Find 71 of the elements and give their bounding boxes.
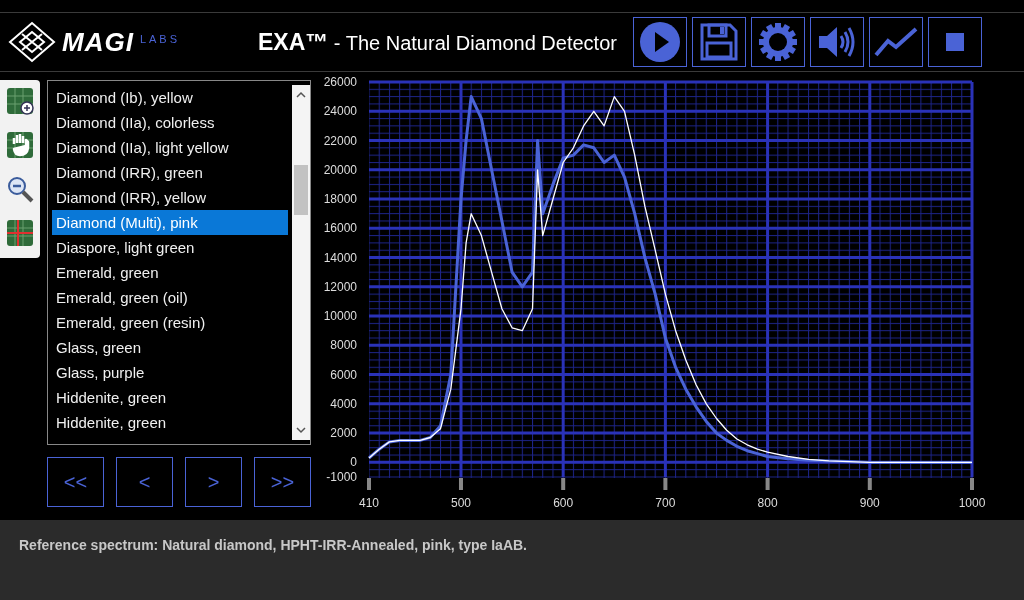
y-tick-label: 8000 bbox=[330, 338, 357, 353]
settings-button[interactable] bbox=[750, 17, 805, 67]
x-tick-label: 700 bbox=[655, 496, 676, 510]
previous-button[interactable]: < bbox=[116, 457, 173, 507]
list-item[interactable]: Diaspore, light green bbox=[52, 235, 288, 260]
line-graph-icon bbox=[873, 27, 918, 57]
x-tick-label: 600 bbox=[553, 496, 574, 510]
next-button[interactable]: > bbox=[185, 457, 242, 507]
y-tick-label: 6000 bbox=[330, 367, 357, 382]
app-title: - The Natural Diamond Detector bbox=[332, 31, 617, 55]
scroll-down-icon[interactable] bbox=[296, 427, 306, 434]
zoom-out-icon[interactable] bbox=[5, 174, 35, 204]
scroll-up-icon[interactable] bbox=[296, 91, 306, 98]
y-tick-label: 10000 bbox=[323, 309, 357, 324]
x-tick-label: 800 bbox=[757, 496, 778, 510]
diamond-logo-icon bbox=[8, 21, 56, 63]
brand-subtitle: LABS bbox=[139, 33, 181, 45]
y-tick-label: 2000 bbox=[330, 426, 357, 441]
y-tick-label: 26000 bbox=[323, 75, 357, 89]
status-text: Reference spectrum: Natural diamond, HPHT-IRR-Annealed, pink, type IaAB. bbox=[19, 537, 527, 553]
x-tick-label: 500 bbox=[450, 496, 471, 510]
stop-button[interactable] bbox=[927, 17, 982, 67]
y-tick-label: 12000 bbox=[323, 279, 357, 294]
list-item[interactable]: Diamond (IRR), green bbox=[52, 160, 288, 185]
list-item[interactable]: Diamond (IRR), yellow bbox=[52, 185, 288, 210]
y-tick-label: 22000 bbox=[323, 133, 357, 148]
list-item[interactable]: Glass, green bbox=[52, 335, 288, 360]
y-tick-label: 24000 bbox=[323, 104, 357, 119]
list-item[interactable]: Emerald, green (resin) bbox=[52, 310, 288, 335]
list-item[interactable]: Hiddenite, green bbox=[52, 410, 288, 435]
x-tick-mark bbox=[663, 478, 668, 490]
play-icon bbox=[638, 21, 681, 63]
list-item[interactable]: Glass, purple bbox=[52, 360, 288, 385]
list-item[interactable]: Emerald, green bbox=[52, 260, 288, 285]
brand-name: MAGI bbox=[62, 26, 134, 58]
list-item[interactable]: Diamond (IIa), colorless bbox=[52, 110, 288, 135]
x-tick-mark bbox=[867, 478, 872, 490]
scrollbar[interactable] bbox=[292, 85, 310, 440]
zoom-region-icon[interactable] bbox=[5, 86, 35, 116]
list-item[interactable]: Hiddenite, green bbox=[52, 385, 288, 410]
stop-icon bbox=[945, 33, 964, 51]
crosshair-icon[interactable] bbox=[5, 218, 35, 248]
y-tick-label: 14000 bbox=[323, 250, 357, 265]
hand-icon[interactable] bbox=[5, 130, 35, 160]
list-item[interactable]: Emerald, green (oil) bbox=[52, 285, 288, 310]
y-tick-label: 18000 bbox=[323, 192, 357, 207]
y-tick-label: 20000 bbox=[323, 162, 357, 177]
first-button[interactable]: << bbox=[47, 457, 104, 507]
sound-button[interactable] bbox=[809, 17, 864, 67]
x-tick-mark bbox=[459, 478, 463, 490]
x-tick-mark bbox=[561, 478, 566, 490]
product-name: EXA™ bbox=[258, 28, 329, 56]
play-button[interactable] bbox=[632, 17, 687, 67]
save-button[interactable] bbox=[691, 17, 746, 67]
y-tick-label: -1000 bbox=[326, 470, 357, 484]
list-item[interactable]: Diamond (Multi), pink bbox=[52, 210, 288, 235]
x-tick-label: 900 bbox=[859, 496, 880, 510]
gear-icon bbox=[757, 22, 798, 62]
y-tick-label: 16000 bbox=[323, 221, 357, 236]
y-tick-label: 0 bbox=[350, 455, 357, 470]
last-button[interactable]: >> bbox=[254, 457, 311, 507]
list-item[interactable]: Diamond (IIa), light yellow bbox=[52, 135, 288, 160]
x-tick-mark bbox=[970, 478, 974, 490]
scrollbar-thumb[interactable] bbox=[294, 165, 308, 215]
graph-button[interactable] bbox=[868, 17, 923, 67]
x-tick-label: 1000 bbox=[958, 496, 986, 510]
x-tick-mark bbox=[367, 478, 371, 490]
list-item[interactable]: Diamond (Ib), yellow bbox=[52, 85, 288, 110]
x-tick-label: 410 bbox=[359, 496, 379, 510]
y-tick-label: 4000 bbox=[330, 396, 357, 411]
x-tick-mark bbox=[765, 478, 770, 490]
